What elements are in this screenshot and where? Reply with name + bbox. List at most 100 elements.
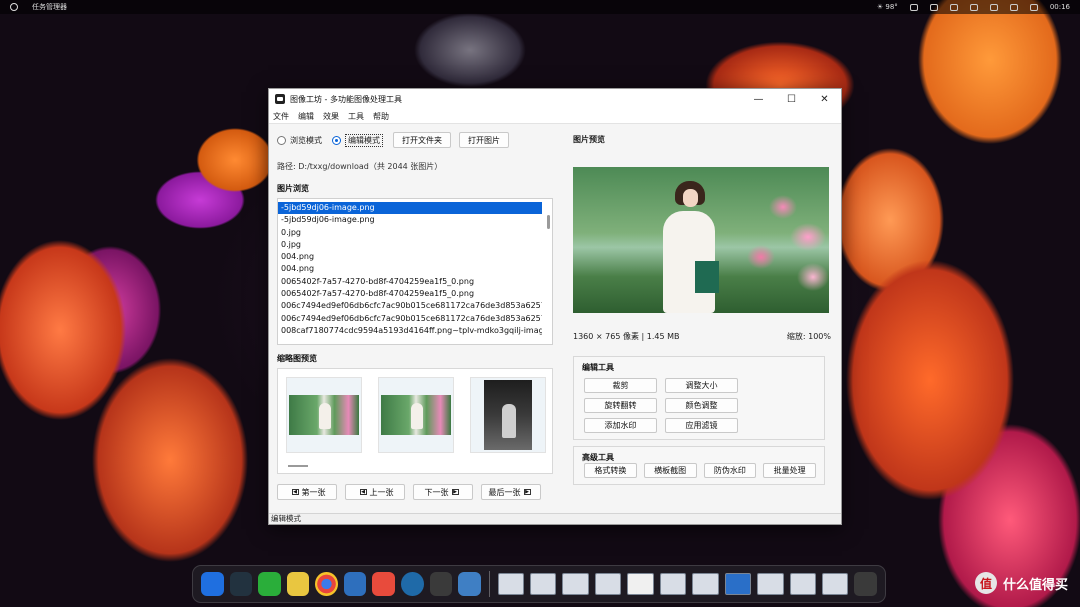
- prev-icon: ◀: [359, 489, 367, 495]
- minimize-button[interactable]: —: [742, 89, 775, 109]
- package-icon[interactable]: [429, 572, 453, 596]
- apply-filter-button[interactable]: 应用滤镜: [665, 418, 738, 433]
- radio-circle: [277, 135, 286, 145]
- list-item[interactable]: 0065402f-7a57-4270-bd8f-4704259ea1f5_0.p…: [278, 288, 542, 300]
- prev-image-button[interactable]: ◀ 上一张: [345, 484, 405, 500]
- wechat-icon[interactable]: [258, 572, 281, 596]
- first-image-button[interactable]: ◀ 第一张: [277, 484, 337, 500]
- edit-tools-title: 编辑工具: [582, 363, 614, 372]
- window-thumbnail[interactable]: [497, 573, 524, 595]
- site-watermark: 值 什么值得买: [974, 572, 1068, 594]
- open-image-button[interactable]: 打开图片: [459, 132, 509, 148]
- add-watermark-button[interactable]: 添加水印: [584, 418, 657, 433]
- next-icon: ▶: [451, 489, 459, 495]
- list-item[interactable]: 0065402f-7a57-4270-bd8f-4704259ea1f5_0.p…: [278, 276, 542, 288]
- radio-circle: [332, 135, 341, 145]
- advanced-tools-title: 高级工具: [582, 453, 614, 462]
- list-item[interactable]: -5jbd59dj06-image.png: [278, 214, 542, 226]
- dock: [192, 565, 886, 603]
- system-menu-icon[interactable]: [10, 3, 18, 11]
- color-adjust-button[interactable]: 颜色调整: [665, 398, 738, 413]
- list-item[interactable]: 004.png: [278, 251, 542, 263]
- window-thumbnail[interactable]: [692, 573, 719, 595]
- control-center-icon[interactable]: [1029, 3, 1038, 11]
- edit-mode-label: 编辑模式: [345, 133, 383, 147]
- thumbnail[interactable]: [470, 377, 546, 453]
- maximize-button[interactable]: ☐: [775, 89, 808, 109]
- advanced-tools-grid: 格式转换 横板截图 防伪水印 批量处理: [582, 463, 816, 478]
- active-app-name[interactable]: 任务管理器: [32, 2, 67, 12]
- weather-readout[interactable]: ☀ 98°: [877, 3, 898, 11]
- window-thumbnail[interactable]: [821, 573, 849, 595]
- list-item[interactable]: 0.jpg: [278, 239, 542, 251]
- list-item[interactable]: 006c7494ed9ef06db6cfc7ac90b015ce681172ca…: [278, 313, 542, 325]
- window-thumbnail[interactable]: [530, 573, 557, 595]
- window-thumbnail[interactable]: [789, 573, 816, 595]
- status-bar: 编辑模式: [269, 513, 841, 524]
- window-thumbnail[interactable]: [627, 573, 654, 595]
- file-list[interactable]: -5jbd59dj06-image.png -5jbd59dj06-image.…: [277, 198, 553, 345]
- bluetooth-icon[interactable]: [929, 3, 938, 11]
- landscape-screenshot-button[interactable]: 横板截图: [643, 463, 697, 478]
- folder-icon[interactable]: [286, 572, 310, 596]
- thumbnail[interactable]: [378, 377, 454, 453]
- app-icon: [275, 94, 285, 104]
- battery-icon[interactable]: [949, 3, 958, 11]
- close-button[interactable]: ✕: [808, 89, 841, 109]
- volume-icon[interactable]: [989, 3, 998, 11]
- folder-path: 路径: D:/txxg/download（共 2044 张图片）: [277, 162, 443, 171]
- image-workshop-window: 图像工坊 - 多功能图像处理工具 — ☐ ✕ 文件 编辑 效果 工具 帮助 浏览…: [268, 88, 842, 525]
- advanced-tools-group: 高级工具 格式转换 横板截图 防伪水印 批量处理: [573, 446, 825, 485]
- clock[interactable]: 00:16: [1050, 3, 1070, 11]
- file-list-scrollbar[interactable]: [547, 215, 550, 229]
- list-item[interactable]: 0.jpg: [278, 227, 542, 239]
- vpn-icon[interactable]: [400, 572, 424, 596]
- python-icon[interactable]: [458, 572, 481, 596]
- open-folder-button[interactable]: 打开文件夹: [393, 132, 451, 148]
- thumbnails-title: 缩略图预览: [277, 354, 317, 363]
- list-item[interactable]: 006c7494ed9ef06db6cfc7ac90b015ce681172ca…: [278, 300, 542, 312]
- thumbnail-scrollbar[interactable]: [288, 465, 308, 467]
- crop-button[interactable]: 裁剪: [584, 378, 657, 393]
- thumbnail-image: [381, 395, 451, 435]
- wifi-icon[interactable]: [969, 3, 978, 11]
- window-thumbnail[interactable]: [724, 573, 752, 595]
- last-image-button[interactable]: 最后一张 ▶: [481, 484, 541, 500]
- search-icon[interactable]: [1009, 3, 1018, 11]
- watermark-text: 什么值得买: [1002, 577, 1068, 593]
- rotate-flip-button[interactable]: 旋转翻转: [584, 398, 657, 413]
- trash-icon[interactable]: [854, 572, 877, 596]
- watermark-badge: 值: [974, 572, 997, 594]
- thumbnail-strip: [277, 368, 553, 474]
- window-thumbnail[interactable]: [659, 573, 687, 595]
- mode-toolbar: 浏览模式 编辑模式 打开文件夹 打开图片: [277, 131, 565, 149]
- list-item[interactable]: 008caf7180774cdc9594a5193d4164ff.png~tpl…: [278, 325, 542, 337]
- menu-tools[interactable]: 工具: [348, 111, 364, 122]
- launchpad-rocket-icon[interactable]: [229, 572, 253, 596]
- media-app-icon[interactable]: [372, 572, 395, 596]
- next-image-button[interactable]: 下一张 ▶: [413, 484, 473, 500]
- menu-edit[interactable]: 编辑: [298, 111, 314, 122]
- edit-mode-radio[interactable]: 编辑模式: [332, 133, 383, 147]
- resize-button[interactable]: 调整大小: [665, 378, 738, 393]
- format-convert-button[interactable]: 格式转换: [584, 463, 637, 478]
- notes-icon[interactable]: [343, 572, 367, 596]
- menu-file[interactable]: 文件: [273, 111, 289, 122]
- window-thumbnail[interactable]: [757, 573, 784, 595]
- title-bar[interactable]: 图像工坊 - 多功能图像处理工具 — ☐ ✕: [269, 89, 841, 109]
- image-preview[interactable]: [573, 167, 829, 313]
- preview-title: 图片预览: [573, 135, 605, 144]
- menu-effects[interactable]: 效果: [323, 111, 339, 122]
- list-item[interactable]: 004.png: [278, 263, 542, 275]
- chrome-icon[interactable]: [315, 572, 338, 596]
- batch-process-button[interactable]: 批量处理: [763, 463, 816, 478]
- list-item[interactable]: -5jbd59dj06-image.png: [278, 202, 542, 215]
- finder-icon[interactable]: [201, 572, 224, 596]
- display-icon[interactable]: [909, 3, 918, 11]
- window-thumbnail[interactable]: [594, 573, 622, 595]
- thumbnail[interactable]: [286, 377, 362, 453]
- anti-counterfeit-watermark-button[interactable]: 防伪水印: [703, 463, 757, 478]
- menu-help[interactable]: 帮助: [373, 111, 389, 122]
- window-thumbnail[interactable]: [562, 573, 589, 595]
- browse-mode-radio[interactable]: 浏览模式: [277, 135, 322, 146]
